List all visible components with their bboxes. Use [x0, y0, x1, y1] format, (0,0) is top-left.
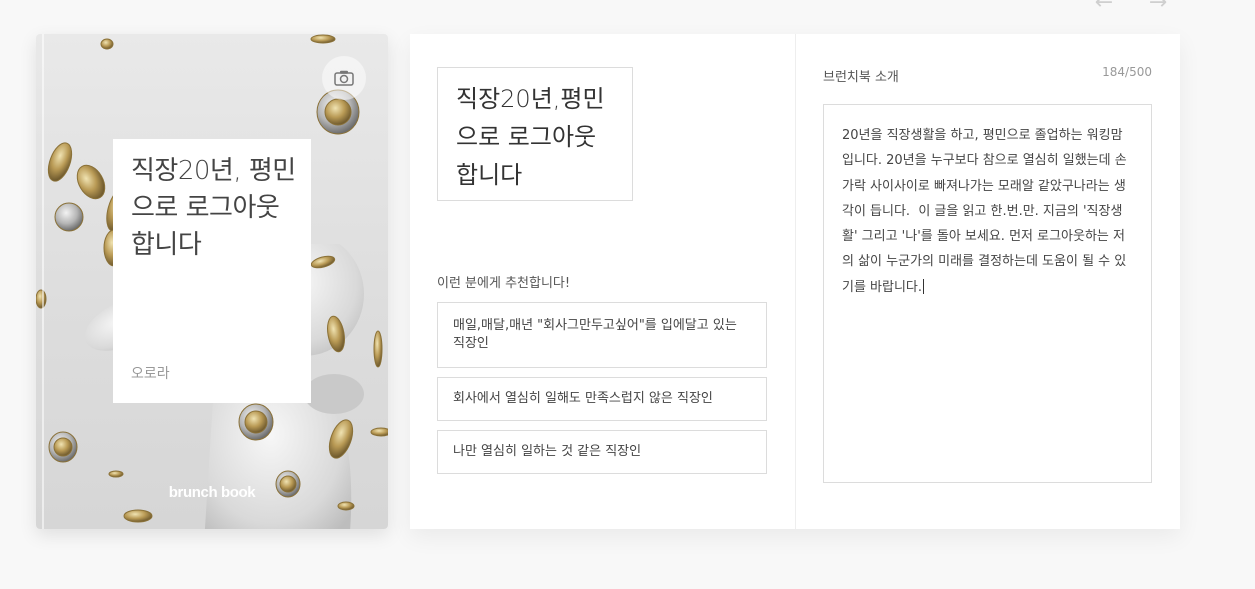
cover-title: 직장20년, 평민으로 로그아웃합니다 — [131, 156, 296, 260]
intro-textarea[interactable]: 20년을 직장생활을 하고, 평민으로 졸업하는 워킹맘입니다. 20년을 누구… — [823, 104, 1152, 483]
arrow-right-icon: → — [1148, 0, 1168, 15]
recommend-input-2[interactable]: 회사에서 열심히 일해도 만족스럽지 않은 직장인 — [437, 377, 767, 421]
brunch-book-logo: brunch book — [168, 484, 256, 501]
recommend-input-1[interactable]: 매일,매달,매년 "회사그만두고싶어"를 입에달고 있는 직장인 — [437, 302, 767, 368]
prev-arrow-button[interactable]: ← — [1090, 0, 1118, 15]
book-cover: 직장20년, 평민으로 로그아웃합니다 오로라 brunch book — [36, 34, 388, 529]
intro-text: 20년을 직장생활을 하고, 평민으로 졸업하는 워킹맘입니다. 20년을 누구… — [842, 128, 1127, 295]
book-title-input[interactable]: 직장20년,평민으로 로그아웃합니다 — [437, 67, 633, 201]
recommend-heading: 이런 분에게 추천합니다! — [437, 276, 571, 291]
recommend-text-2: 회사에서 열심히 일해도 만족스럽지 않은 직장인 — [453, 391, 713, 406]
cover-title-card: 직장20년, 평민으로 로그아웃합니다 오로라 — [113, 139, 311, 403]
cover-author: 오로라 — [131, 366, 170, 382]
change-cover-button[interactable] — [322, 56, 366, 100]
camera-icon — [334, 70, 354, 86]
cover-spine — [42, 34, 44, 529]
recommend-text-1: 매일,매달,매년 "회사그만두고싶어"를 입에달고 있는 직장인 — [453, 318, 737, 351]
panel-divider — [795, 34, 796, 529]
recommend-text-3: 나만 열심히 일하는 것 같은 직장인 — [453, 444, 642, 459]
intro-char-count: 184/500 — [1102, 65, 1152, 79]
recommend-input-3[interactable]: 나만 열심히 일하는 것 같은 직장인 — [437, 430, 767, 474]
arrow-left-icon: ← — [1094, 0, 1114, 15]
text-caret — [923, 278, 925, 294]
book-info-panel: 직장20년,평민으로 로그아웃합니다 이런 분에게 추천합니다! 매일,매달,매… — [410, 34, 1180, 529]
next-arrow-button[interactable]: → — [1144, 0, 1172, 15]
intro-label: 브런치북 소개 — [823, 70, 899, 85]
book-title-text: 직장20년,평민으로 로그아웃합니다 — [456, 85, 605, 189]
